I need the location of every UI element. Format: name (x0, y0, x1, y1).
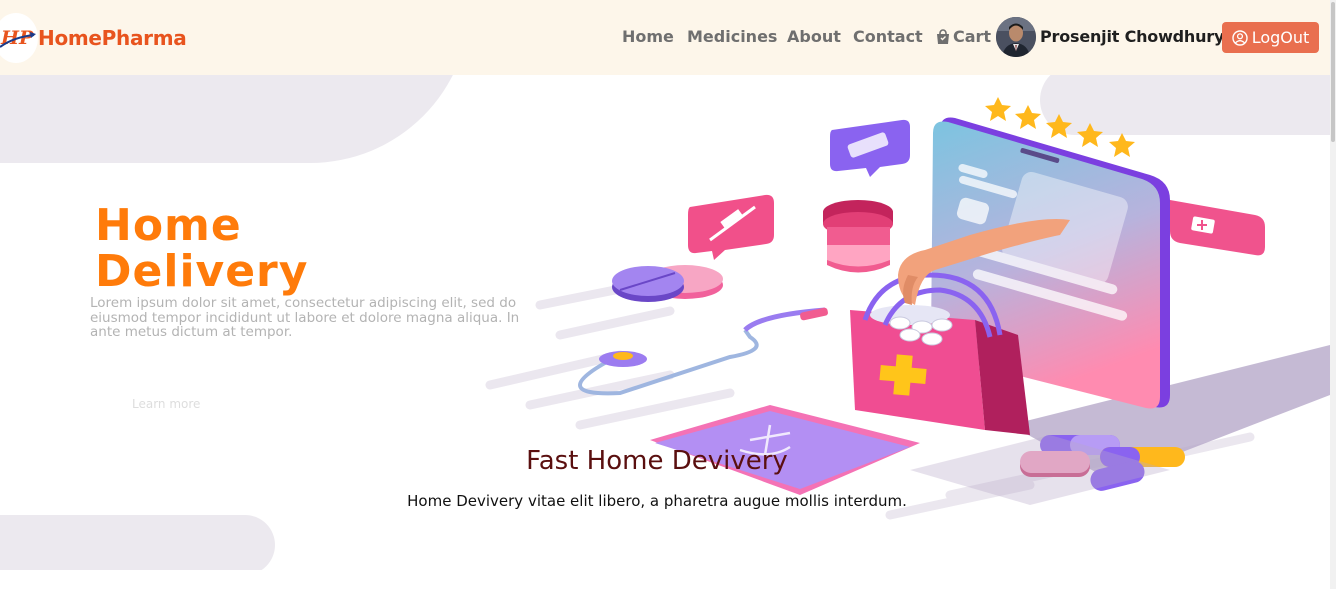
nav-about[interactable]: About (787, 27, 841, 46)
hero-lorem-text: Lorem ipsum dolor sit amet, consectetur … (90, 295, 520, 340)
cart-label: Cart (953, 27, 992, 46)
bg-blob-bottom-left (0, 515, 275, 570)
user-name: Prosenjit Chowdhury (1040, 27, 1225, 46)
nav-home[interactable]: Home (622, 27, 674, 46)
shopping-bag-icon (937, 28, 949, 44)
avatar[interactable] (996, 17, 1036, 57)
logout-label: LogOut (1251, 28, 1310, 47)
navbar: HP HomePharma Home Medicines About Conta… (0, 0, 1330, 75)
carousel-caption-text: Home Devivery vitae elit libero, a phare… (407, 492, 907, 510)
brand-logo: HP (0, 13, 38, 63)
brand-link[interactable]: HP HomePharma (0, 13, 187, 63)
logout-button[interactable]: LogOut (1222, 22, 1319, 53)
bg-blob-top-left (0, 75, 470, 163)
nav-contact[interactable]: Contact (853, 27, 923, 46)
carousel-caption-title: Fast Home Devivery (526, 446, 788, 476)
page-scrollbar[interactable] (1330, 0, 1336, 589)
learn-more-link[interactable]: Learn more (132, 397, 200, 411)
nav-medicines[interactable]: Medicines (687, 27, 777, 46)
hero-title: Home Delivery (95, 200, 309, 297)
nav-cart[interactable]: Cart (935, 27, 991, 46)
brand-name: HomePharma (38, 26, 187, 50)
scrollbar-thumb[interactable] (1331, 2, 1335, 142)
user-circle-icon (1232, 29, 1248, 46)
hp-logo-icon: HP (0, 27, 36, 49)
hero-carousel: Home Delivery Lorem ipsum dolor sit amet… (0, 75, 1330, 570)
